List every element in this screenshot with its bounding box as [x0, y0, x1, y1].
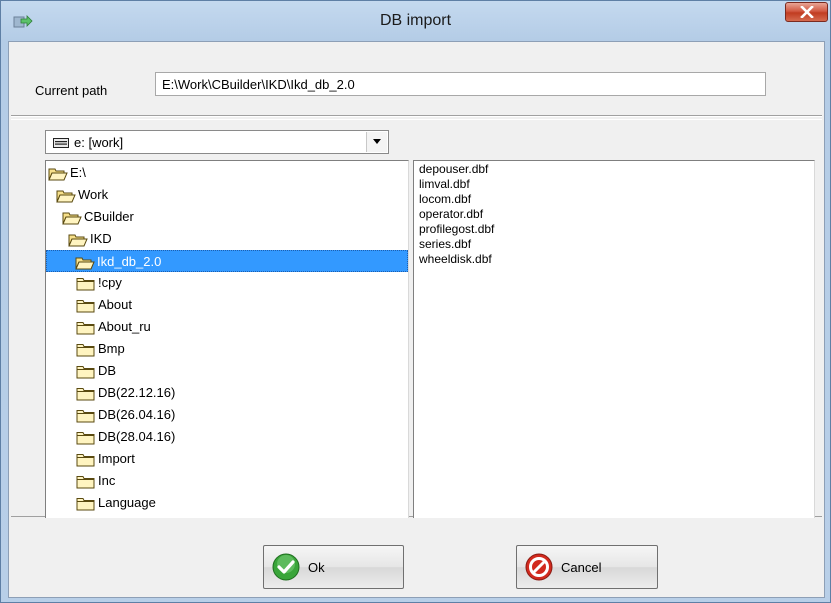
directory-item-label: About_ru	[98, 319, 151, 334]
file-item[interactable]: depouser.dbf	[419, 162, 488, 177]
directory-item-label: Import	[98, 451, 135, 466]
file-list[interactable]: depouser.dbf limval.dbf locom.dbf operator.…	[413, 160, 815, 518]
folder-closed-icon	[76, 298, 96, 320]
file-item[interactable]: series.dbf	[419, 237, 471, 252]
folder-closed-icon	[76, 342, 96, 364]
directory-item-label: Ikd_db_2.0	[97, 254, 162, 269]
folder-open-icon	[56, 188, 76, 210]
current-path-label: Current path	[35, 83, 108, 98]
folder-open-icon	[62, 210, 82, 232]
directory-item-label: CBuilder	[84, 209, 134, 224]
folder-closed-icon	[76, 430, 96, 452]
cancel-label: Cancel	[561, 560, 602, 575]
file-item[interactable]: profilegost.dbf	[419, 222, 494, 237]
directory-item-label: IKD	[90, 231, 112, 246]
directory-item-label: About	[98, 297, 132, 312]
window-title: DB import	[379, 12, 452, 29]
check-icon	[272, 553, 300, 584]
directory-item-label: !cpy	[98, 275, 122, 290]
folder-closed-icon	[76, 364, 96, 386]
folder-closed-icon	[76, 474, 96, 496]
folder-closed-icon	[76, 320, 96, 342]
chevron-down-icon	[373, 139, 381, 144]
dialog-window: DB import Current path E:\Work\CBuilder\…	[0, 0, 831, 603]
current-path-field[interactable]: E:\Work\CBuilder\IKD\Ikd_db_2.0	[155, 72, 766, 96]
directory-item-label: E:\	[70, 165, 86, 180]
file-item[interactable]: operator.dbf	[419, 207, 483, 222]
folder-closed-icon	[76, 408, 96, 430]
browser-panel: e: [work] E:\ Work CBuilder IKD Ikd_db_2.0 !c…	[11, 119, 822, 518]
folder-closed-icon	[76, 496, 96, 518]
directory-item-label: DB(28.04.16)	[98, 429, 176, 444]
folder-closed-icon	[76, 276, 96, 298]
ok-button[interactable]: Ok	[263, 545, 404, 589]
title-bar[interactable]: DB import	[1, 1, 830, 41]
ok-label: Ok	[308, 560, 325, 575]
directory-item[interactable]: Ikd_db_2.0	[46, 250, 408, 272]
directory-item-label: Language	[98, 495, 156, 510]
directory-item-label: DB(26.04.16)	[98, 407, 176, 422]
drive-selected-value: e: [work]	[74, 135, 124, 150]
directory-item-label: DB	[98, 363, 117, 378]
drive-dropdown-button[interactable]	[366, 132, 387, 152]
file-item[interactable]: wheeldisk.dbf	[419, 252, 492, 267]
file-item[interactable]: limval.dbf	[419, 177, 470, 192]
directory-item-label: Inc	[98, 473, 116, 488]
path-panel: Current path E:\Work\CBuilder\IKD\Ikd_db…	[11, 44, 822, 116]
directory-tree[interactable]: E:\ Work CBuilder IKD Ikd_db_2.0 !cpy About Abo…	[45, 160, 409, 518]
dialog-client: Current path E:\Work\CBuilder\IKD\Ikd_db…	[8, 41, 825, 598]
directory-item-label: DB(22.12.16)	[98, 385, 176, 400]
directory-item-label: Bmp	[98, 341, 125, 356]
folder-closed-icon	[76, 452, 96, 474]
close-button[interactable]	[785, 2, 828, 22]
drive-icon	[53, 137, 69, 151]
cancel-icon	[525, 553, 553, 584]
drive-combobox[interactable]: e: [work]	[45, 130, 389, 154]
cancel-button[interactable]: Cancel	[516, 545, 658, 589]
close-icon	[800, 6, 814, 18]
file-item[interactable]: locom.dbf	[419, 192, 471, 207]
directory-item-label: Work	[78, 187, 109, 202]
folder-closed-icon	[76, 386, 96, 408]
folder-open-icon	[48, 166, 68, 188]
folder-open-icon	[75, 255, 95, 277]
